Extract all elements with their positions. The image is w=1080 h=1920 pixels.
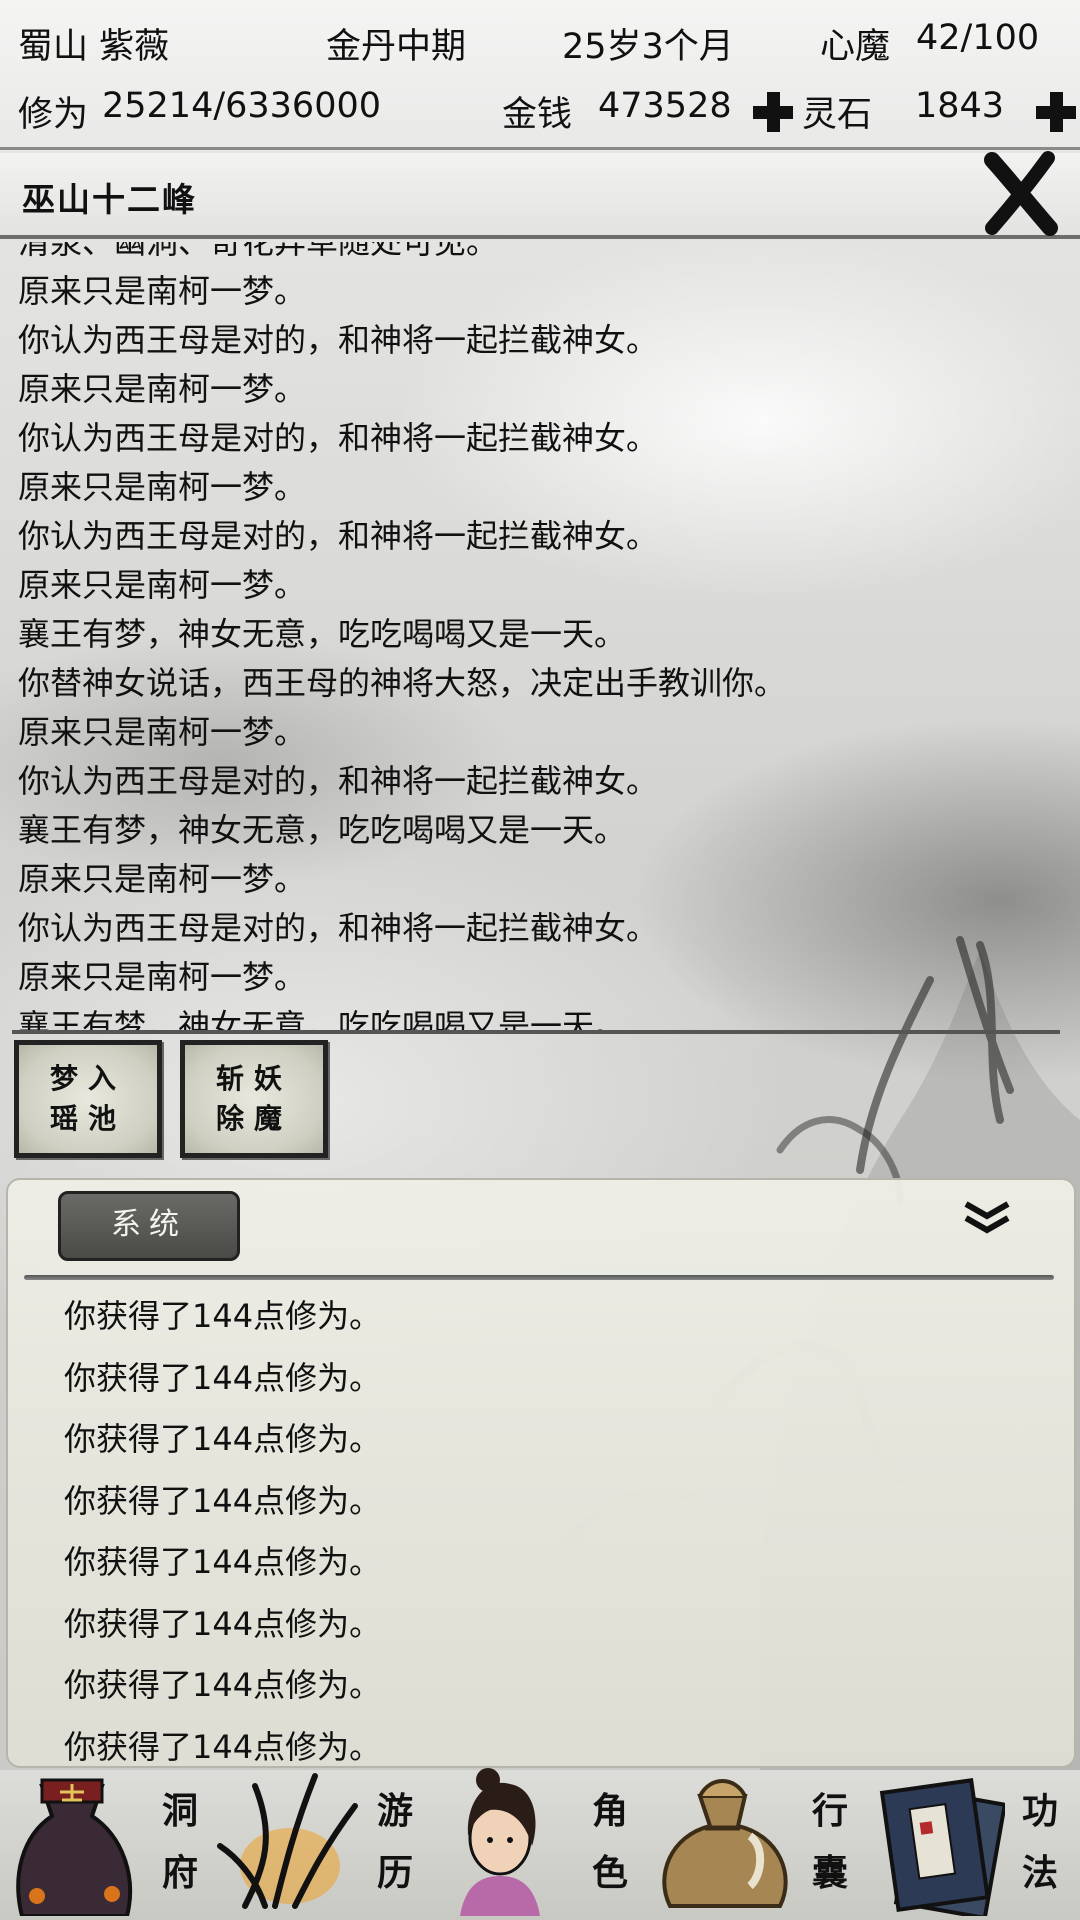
nav-character-label-2: 色 [591, 1852, 628, 1894]
story-line: 你替神女说话，西王母的神将大怒，决定出手教训你。 [18, 664, 787, 702]
story-line: 襄王有梦，神女无意，吃吃喝喝又是一天。 [18, 1007, 627, 1030]
story-log[interactable]: 清泉、幽洞、奇花异草随处可见。 原来只是南柯一梦。 你认为西王母是对的，和神将一起拦… [0, 242, 1080, 1030]
nav-character-label-1: 角 [591, 1790, 628, 1832]
system-message-list[interactable]: 你获得了144点修为。 你获得了144点修为。 你获得了144点修为。 你获得了144… [64, 1286, 1044, 1766]
cultivation-label: 修为 [18, 95, 89, 135]
nav-skills[interactable]: 功 法 [875, 1770, 1080, 1920]
money-value: 473528 [598, 86, 732, 126]
nav-skills-label-1: 功 [1021, 1790, 1058, 1832]
status-row-1: 蜀山 紫薇 金丹中期 25岁3个月 心魔 42/100 [0, 10, 1080, 70]
slay-demons-button[interactable]: 斩妖 除魔 [180, 1040, 328, 1158]
cave-pouch-icon [16, 1778, 133, 1916]
cultivation-value: 25214/6336000 [102, 86, 382, 126]
story-line: 你认为西王母是对的，和神将一起拦截神女。 [18, 321, 659, 359]
status-row-2: 修为 25214/6336000 金钱 473528 灵石 1843 [0, 80, 1080, 140]
nav-bag-label-1: 行 [811, 1790, 848, 1832]
nav-skills-label-2: 法 [1021, 1852, 1058, 1894]
story-line: 原来只是南柯一梦。 [18, 958, 307, 996]
system-message: 你获得了144点修为。 [64, 1666, 382, 1704]
bag-sack-icon [662, 1779, 788, 1908]
story-line: 你认为西王母是对的，和神将一起拦截神女。 [18, 419, 659, 457]
nav-travel-label-2: 历 [376, 1852, 413, 1894]
demon-label: 心魔 [820, 27, 891, 67]
system-message: 你获得了144点修为。 [64, 1604, 382, 1643]
nav-cave[interactable]: 洞 府 [0, 1770, 210, 1920]
story-line: 原来只是南柯一梦。 [18, 860, 307, 898]
demon-value: 42/100 [916, 18, 1040, 58]
bottom-nav: 洞 府 游 历 角 色 行 囊 功 法 [0, 1768, 1080, 1920]
story-line: 原来只是南柯一梦。 [18, 713, 307, 751]
nav-character[interactable]: 角 色 [440, 1768, 650, 1920]
dream-button-line1: 梦入 [49, 1062, 126, 1095]
nav-travel-label-1: 游 [376, 1790, 413, 1832]
system-message: 你获得了144点修为。 [64, 1420, 382, 1458]
nav-cave-label-1: 洞 [161, 1790, 198, 1832]
story-divider [12, 1030, 1060, 1034]
system-message: 你获得了144点修为。 [64, 1727, 382, 1766]
skills-book-icon [879, 1778, 1005, 1916]
system-message: 你获得了144点修为。 [64, 1481, 382, 1520]
nav-cave-label-2: 府 [161, 1852, 198, 1894]
story-line: 襄王有梦，神女无意，吃吃喝喝又是一天。 [18, 615, 627, 653]
story-line: 你认为西王母是对的，和神将一起拦截神女。 [18, 517, 659, 555]
story-line: 你认为西王母是对的，和神将一起拦截神女。 [18, 762, 659, 800]
close-button[interactable] [980, 150, 1060, 236]
spirit-stone-value: 1843 [915, 86, 1005, 126]
story-line: 你认为西王母是对的，和神将一起拦截神女。 [18, 909, 659, 947]
story-line: 襄王有梦，神女无意，吃吃喝喝又是一天。 [18, 811, 627, 849]
slay-button-line1: 斩妖 [215, 1062, 292, 1095]
add-money-plus-icon[interactable] [753, 92, 793, 132]
character-portrait-icon [460, 1768, 540, 1916]
character-name: 蜀山 紫薇 [18, 27, 170, 67]
dream-button-line2: 瑶池 [49, 1102, 126, 1135]
location-title-bar: 巫山十二峰 [0, 153, 1080, 239]
nav-travel[interactable]: 游 历 [215, 1770, 430, 1920]
nav-bag[interactable]: 行 囊 [650, 1770, 870, 1920]
location-title: 巫山十二峰 [22, 180, 197, 219]
add-spirit-stone-plus-icon[interactable] [1036, 92, 1076, 132]
story-lines: 清泉、幽洞、奇花异草随处可见。 原来只是南柯一梦。 你认为西王母是对的，和神将一起拦… [18, 242, 786, 1030]
story-line: 原来只是南柯一梦。 [18, 566, 307, 604]
system-message: 你获得了144点修为。 [64, 1297, 382, 1335]
nav-bag-label-2: 囊 [811, 1852, 848, 1894]
status-header: 蜀山 紫薇 金丹中期 25岁3个月 心魔 42/100 修为 25214/633… [0, 0, 1080, 150]
system-divider [24, 1275, 1054, 1280]
double-chevron-down-icon [964, 1201, 1010, 1234]
system-message: 你获得了144点修为。 [64, 1543, 382, 1581]
system-message: 你获得了144点修为。 [64, 1358, 382, 1397]
money-label: 金钱 [502, 95, 573, 135]
spirit-stone-label: 灵石 [802, 95, 873, 135]
tab-system[interactable]: 系统 [58, 1191, 240, 1261]
age-text: 25岁3个月 [562, 27, 734, 67]
dream-yaochi-button[interactable]: 梦入 瑶池 [14, 1040, 162, 1158]
story-line: 原来只是南柯一梦。 [18, 272, 307, 310]
collapse-button[interactable] [960, 1198, 1014, 1238]
realm-text: 金丹中期 [326, 27, 467, 67]
brush-x-icon [984, 151, 1058, 236]
story-line: 清泉、幽洞、奇花异草随处可见。 [18, 242, 499, 261]
slay-button-line2: 除魔 [215, 1102, 292, 1135]
travel-grass-icon [217, 1773, 358, 1909]
story-line: 原来只是南柯一梦。 [18, 468, 307, 506]
story-line: 原来只是南柯一梦。 [18, 370, 307, 408]
